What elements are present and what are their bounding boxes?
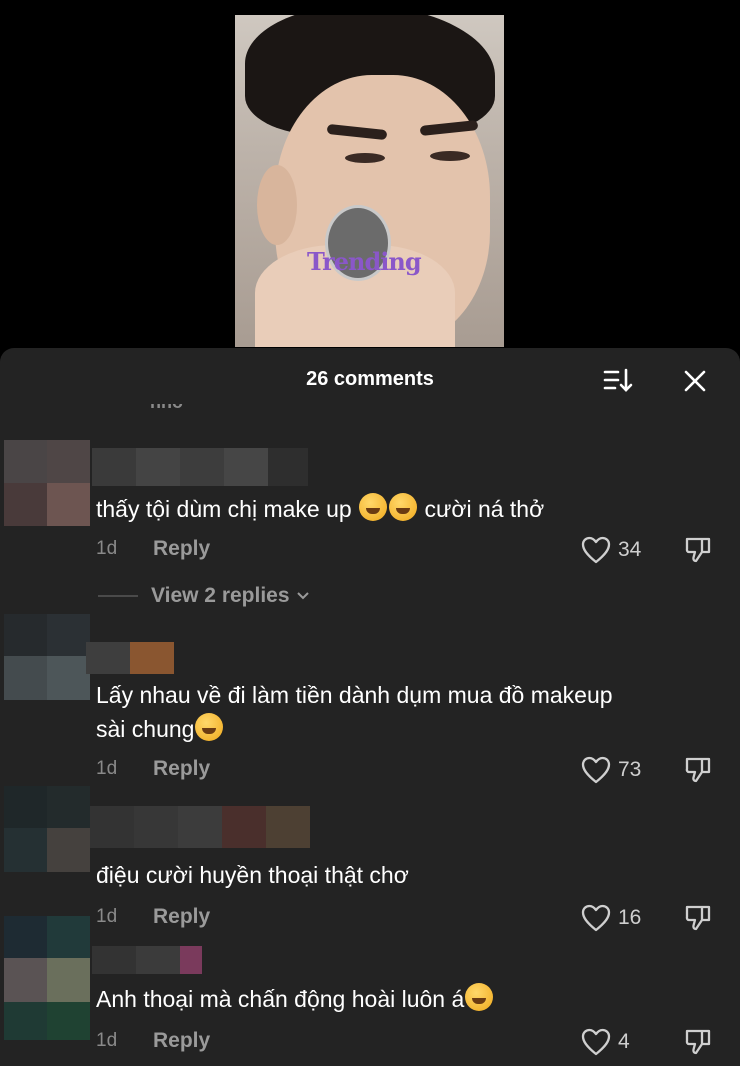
watermark-logo: Trending bbox=[307, 247, 422, 276]
comments-sheet: 26 comments nhớ thấy tội dùm chị make up bbox=[0, 348, 740, 1066]
laughing-emoji-icon bbox=[195, 713, 224, 741]
reply-button[interactable]: Reply bbox=[153, 537, 210, 561]
comment-age: 1d bbox=[96, 758, 118, 779]
laughing-emoji-icon bbox=[359, 493, 388, 521]
chevron-down-icon bbox=[296, 592, 309, 600]
avatar[interactable] bbox=[4, 786, 90, 872]
comment-text: Lấy nhau về đi làm tiền dành dụm mua đồ … bbox=[96, 682, 613, 742]
comment-text: thấy tội dùm chị make up cười ná thở bbox=[96, 492, 716, 526]
heart-icon[interactable] bbox=[581, 904, 611, 932]
video-ear bbox=[257, 165, 297, 245]
like-count: 4 bbox=[618, 1030, 630, 1053]
replies-divider bbox=[98, 595, 138, 597]
truncated-previous-text: nhớ bbox=[150, 404, 185, 416]
avatar[interactable] bbox=[4, 440, 90, 526]
comment-text: Anh thoại mà chấn động hoài luôn á bbox=[96, 982, 716, 1016]
comment-age: 1d bbox=[96, 906, 118, 927]
dislike-icon[interactable] bbox=[683, 902, 713, 932]
comment-text: điệu cười huyền thoại thật chơ bbox=[96, 862, 409, 888]
username-blurred[interactable] bbox=[92, 448, 308, 486]
avatar[interactable] bbox=[4, 916, 90, 1040]
like-count: 34 bbox=[618, 538, 642, 561]
reply-button[interactable]: Reply bbox=[153, 757, 210, 781]
dislike-icon[interactable] bbox=[683, 754, 713, 784]
close-icon[interactable] bbox=[684, 370, 706, 392]
sweat-smile-emoji-icon bbox=[465, 983, 494, 1011]
heart-icon[interactable] bbox=[581, 536, 611, 564]
avatar[interactable] bbox=[4, 614, 90, 700]
dislike-icon[interactable] bbox=[683, 534, 713, 564]
reply-button[interactable]: Reply bbox=[153, 905, 210, 929]
video-eye bbox=[430, 151, 470, 161]
laughing-emoji-icon bbox=[389, 493, 418, 521]
heart-icon[interactable] bbox=[581, 1028, 611, 1056]
reply-button[interactable]: Reply bbox=[153, 1029, 210, 1053]
comment-age: 1d bbox=[96, 538, 118, 559]
sort-icon[interactable] bbox=[603, 368, 635, 394]
video-eye bbox=[345, 153, 385, 163]
video-thumbnail[interactable]: Trending bbox=[235, 15, 504, 347]
username-blurred[interactable] bbox=[90, 806, 310, 848]
heart-icon[interactable] bbox=[581, 756, 611, 784]
view-replies-label: View 2 replies bbox=[151, 584, 290, 607]
username-blurred[interactable] bbox=[86, 642, 174, 674]
username-blurred[interactable] bbox=[92, 946, 202, 974]
like-count: 73 bbox=[618, 758, 642, 781]
like-count: 16 bbox=[618, 906, 642, 929]
comment-age: 1d bbox=[96, 1030, 118, 1051]
dislike-icon[interactable] bbox=[683, 1026, 713, 1056]
view-replies-button[interactable]: View 2 replies bbox=[98, 584, 310, 608]
